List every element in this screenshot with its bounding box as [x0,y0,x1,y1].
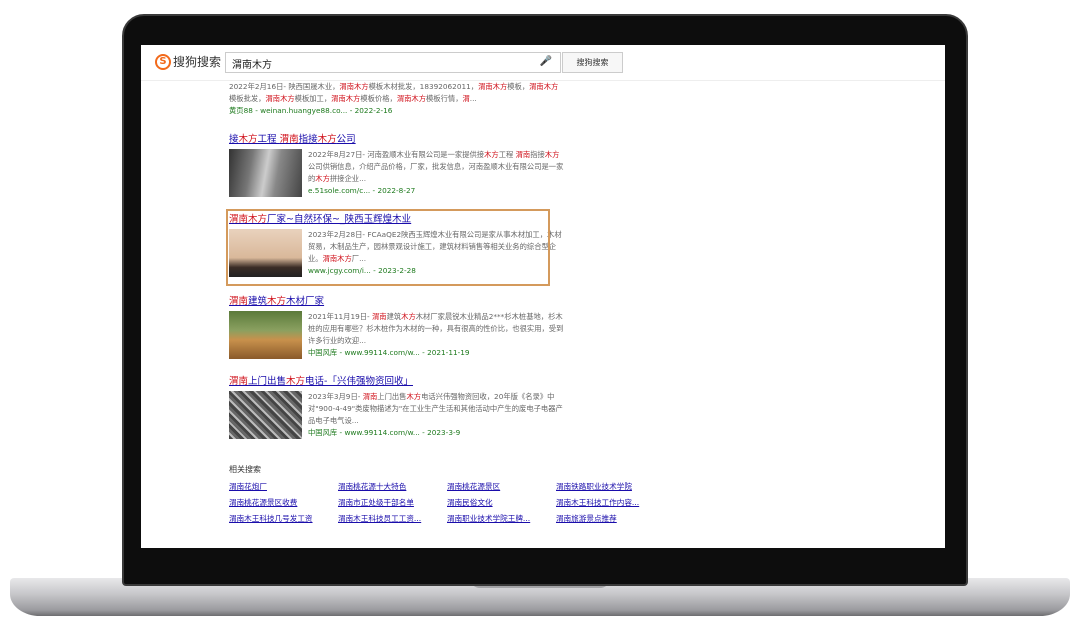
highlighted-keyword: 渭南木方 [478,82,508,91]
highlighted-keyword: 木方 [544,150,560,159]
browser-screen: S 搜狗搜索 渭南木方 🎤 搜狗搜索 2022年2月16日- 陕西国晟木业，渭南木方… [141,45,945,548]
result-title-link[interactable]: 接木方工程 渭南指接木方公司 [229,133,565,146]
result-thumbnail[interactable] [229,149,302,197]
related-heading: 相关搜索 [229,465,261,474]
highlighted-keyword: 渭南木方 [265,94,295,103]
related-search-link[interactable]: 渭南木王科技员工工资... [338,513,447,525]
related-search-link[interactable]: 渭南木王科技工作内容... [556,497,665,509]
result-thumbnail[interactable] [229,391,302,439]
highlighted-keyword: 木方 [401,312,416,321]
highlighted-keyword: 渭南 [362,392,378,401]
text-segment: 模板价格， [360,94,397,103]
text-segment: 模板木材批发，18392062011， [368,82,479,91]
text-segment: 模板加工， [294,94,332,103]
text-segment: 木材厂家 [286,296,325,307]
text-segment: 公司 [336,134,356,145]
text-segment: 拼接企业... [329,174,367,183]
highlighted-keyword: 渭南木方 [396,94,427,103]
result-url[interactable]: 中国风库 - www.99114.com/w... - 2023-3-9 [308,427,565,439]
text-segment: 电话-「兴伟强物资回收」 [305,376,413,387]
highlighted-keyword: 木方 [317,134,337,145]
highlight-box [226,209,550,286]
highlighted-keyword: 木方 [238,134,258,145]
text-segment: 指接 [298,134,318,145]
search-header: S 搜狗搜索 渭南木方 🎤 搜狗搜索 [141,45,945,81]
search-button[interactable]: 搜狗搜索 [562,52,623,73]
highlighted-keyword: 渭南 [515,150,531,159]
highlighted-keyword: 渭南 [371,312,387,321]
result-snippet: 2022年8月27日- 河南盈顺木业有限公司是一家提供接木方工程 渭南指接木方公… [308,149,565,185]
search-result: 渭南上门出售木方电话-「兴伟强物资回收」 2023年3月9日- 渭南上门出售木方电… [229,375,565,439]
search-result: 渭南建筑木方木材厂家 2021年11月19日- 渭南建筑木方木材厂家晨锐木业精品2… [229,295,565,359]
highlighted-keyword: 渭南 [279,134,299,145]
related-search-link[interactable]: 渭南铁路职业技术学院 [556,481,665,493]
related-search-link[interactable]: 渭南木王科技几号发工资 [229,513,338,525]
search-query: 渭南木方 [232,60,272,71]
result-title-link[interactable]: 渭南建筑木方木材厂家 [229,295,565,308]
result-title-link[interactable]: 渭南上门出售木方电话-「兴伟强物资回收」 [229,375,565,388]
related-search-link[interactable]: 渭南市正处级干部名单 [338,497,447,509]
related-searches: 渭南花炮厂 渭南桃花源十大特色 渭南桃花源景区 渭南铁路职业技术学院渭南桃花源景区收费… [229,481,665,525]
text-segment: 上门出售 [377,392,407,401]
result-url[interactable]: 中国风库 - www.99114.com/w... - 2021-11-19 [308,347,565,359]
highlighted-keyword: 木方 [484,150,499,159]
text-segment: 工程 [498,150,516,159]
text-segment: 模板行情， [426,94,463,103]
text-segment: 2021年11月19日- [308,312,372,321]
text-segment: 2023年3月9日- [308,392,363,401]
related-search-link[interactable]: 渭南桃花源十大特色 [338,481,447,493]
highlighted-keyword: 渭南木方 [529,82,559,91]
text-segment: 上门出售 [248,376,287,387]
sogou-logo-icon: S [155,53,171,70]
text-segment: 建筑 [248,296,268,307]
result-snippet: 2022年2月16日- 陕西国晟木业，渭南木方模板木材批发，1839206201… [229,81,565,105]
highlighted-keyword: 渭南 [229,296,249,307]
highlighted-keyword: 木方 [267,296,287,307]
related-search-link[interactable]: 渭南职业技术学院王牌... [447,513,556,525]
related-search-link[interactable]: 渭南花炮厂 [229,481,338,493]
logo-text: 搜狗搜索 [173,55,222,69]
text-segment: 2022年8月27日- 河南盈顺木业有限公司是一家提供接 [308,150,485,159]
search-result: 接木方工程 渭南指接木方公司 2022年8月27日- 河南盈顺木业有限公司是一家提… [229,133,565,197]
text-segment: 2022年2月16日- 陕西国晟木业， [229,82,340,91]
text-segment: 工程 [257,134,280,145]
result-url[interactable]: 黄页88 - weinan.huangye88.co... - 2022-2-1… [229,105,565,117]
highlighted-keyword: 渭南木方 [331,94,361,103]
highlighted-keyword: 木方 [406,392,422,401]
highlighted-keyword: 木方 [286,376,306,387]
text-segment: ... [469,94,477,103]
related-search-link[interactable]: 渭南旅游景点推荐 [556,513,665,525]
highlighted-keyword: 渭南 [229,376,249,387]
text-segment: 建筑 [386,312,402,321]
text-segment: 接 [229,134,239,145]
text-segment: 模板批发， [229,94,266,103]
search-result: 2022年2月16日- 陕西国晟木业，渭南木方模板木材批发，1839206201… [229,81,565,117]
related-search-link[interactable]: 渭南桃花源景区 [447,481,556,493]
related-search-link[interactable]: 渭南民俗文化 [447,497,556,509]
highlighted-keyword: 渭 [462,94,470,103]
highlighted-keyword: 木方 [315,174,330,183]
search-input[interactable]: 渭南木方 🎤 [225,52,561,73]
highlighted-keyword: 渭南木方 [339,82,369,91]
result-thumbnail[interactable] [229,311,302,359]
result-snippet: 2023年3月9日- 渭南上门出售木方电话兴伟强物资回收，20年版《名录》中对"… [308,391,565,427]
sogou-logo[interactable]: S 搜狗搜索 [155,53,221,70]
microphone-icon[interactable]: 🎤 [540,56,552,67]
result-snippet: 2021年11月19日- 渭南建筑木方木材厂家晨锐木业精品2***杉木桩基地，杉… [308,311,565,347]
text-segment: 模板， [507,82,530,91]
related-search-link[interactable]: 渭南桃花源景区收费 [229,497,338,509]
text-segment: 指接 [530,150,545,159]
result-url[interactable]: e.51sole.com/c... - 2022-8-27 [308,185,565,197]
